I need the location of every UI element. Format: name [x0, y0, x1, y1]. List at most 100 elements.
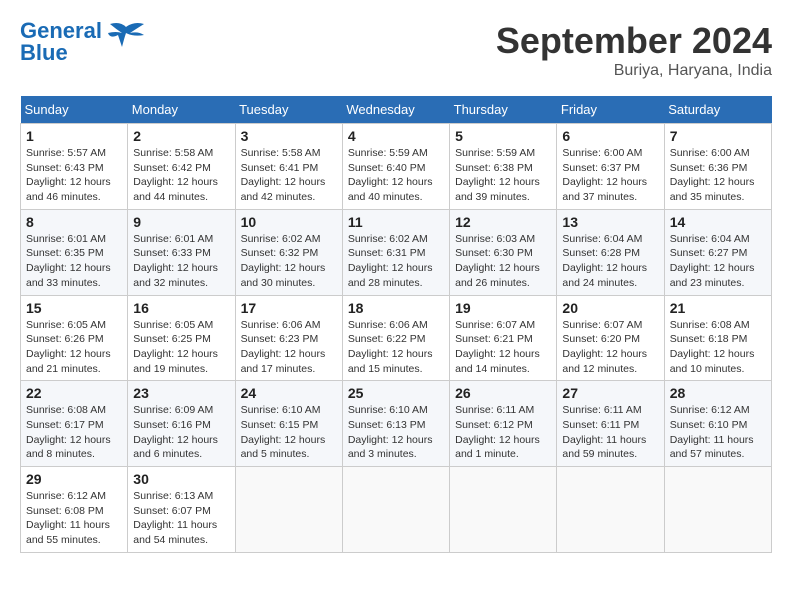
- empty-cell: [235, 467, 342, 553]
- day-cell-2: 2 Sunrise: 5:58 AMSunset: 6:42 PMDayligh…: [128, 124, 235, 210]
- day-cell-30: 30 Sunrise: 6:13 AMSunset: 6:07 PMDaylig…: [128, 467, 235, 553]
- day-number: 30: [133, 471, 229, 487]
- day-number: 17: [241, 300, 337, 316]
- day-cell-21: 21 Sunrise: 6:08 AMSunset: 6:18 PMDaylig…: [664, 295, 771, 381]
- day-info: Sunrise: 6:08 AMSunset: 6:18 PMDaylight:…: [670, 318, 766, 377]
- day-info: Sunrise: 6:03 AMSunset: 6:30 PMDaylight:…: [455, 232, 551, 291]
- col-wednesday: Wednesday: [342, 96, 449, 124]
- col-saturday: Saturday: [664, 96, 771, 124]
- day-number: 15: [26, 300, 122, 316]
- day-number: 27: [562, 385, 658, 401]
- day-info: Sunrise: 5:58 AMSunset: 6:41 PMDaylight:…: [241, 146, 337, 205]
- empty-cell: [664, 467, 771, 553]
- day-cell-9: 9 Sunrise: 6:01 AMSunset: 6:33 PMDayligh…: [128, 209, 235, 295]
- day-info: Sunrise: 6:12 AMSunset: 6:10 PMDaylight:…: [670, 403, 766, 462]
- calendar-table: Sunday Monday Tuesday Wednesday Thursday…: [20, 96, 772, 553]
- day-info: Sunrise: 6:06 AMSunset: 6:23 PMDaylight:…: [241, 318, 337, 377]
- day-number: 13: [562, 214, 658, 230]
- day-number: 12: [455, 214, 551, 230]
- day-info: Sunrise: 6:00 AMSunset: 6:36 PMDaylight:…: [670, 146, 766, 205]
- day-cell-23: 23 Sunrise: 6:09 AMSunset: 6:16 PMDaylig…: [128, 381, 235, 467]
- day-number: 5: [455, 128, 551, 144]
- day-info: Sunrise: 6:04 AMSunset: 6:28 PMDaylight:…: [562, 232, 658, 291]
- day-info: Sunrise: 6:05 AMSunset: 6:26 PMDaylight:…: [26, 318, 122, 377]
- day-number: 1: [26, 128, 122, 144]
- day-info: Sunrise: 5:58 AMSunset: 6:42 PMDaylight:…: [133, 146, 229, 205]
- day-info: Sunrise: 5:57 AMSunset: 6:43 PMDaylight:…: [26, 146, 122, 205]
- logo: General Blue: [20, 20, 146, 64]
- page-header: General Blue September 2024 Buriya, Hary…: [20, 20, 772, 80]
- day-info: Sunrise: 6:09 AMSunset: 6:16 PMDaylight:…: [133, 403, 229, 462]
- header-row: Sunday Monday Tuesday Wednesday Thursday…: [21, 96, 772, 124]
- day-cell-24: 24 Sunrise: 6:10 AMSunset: 6:15 PMDaylig…: [235, 381, 342, 467]
- day-info: Sunrise: 6:11 AMSunset: 6:11 PMDaylight:…: [562, 403, 658, 462]
- day-number: 28: [670, 385, 766, 401]
- day-number: 16: [133, 300, 229, 316]
- day-number: 11: [348, 214, 444, 230]
- empty-cell: [342, 467, 449, 553]
- day-number: 2: [133, 128, 229, 144]
- day-number: 6: [562, 128, 658, 144]
- logo-blue: Blue: [20, 40, 68, 65]
- day-info: Sunrise: 5:59 AMSunset: 6:38 PMDaylight:…: [455, 146, 551, 205]
- week-row-5: 29 Sunrise: 6:12 AMSunset: 6:08 PMDaylig…: [21, 467, 772, 553]
- day-cell-20: 20 Sunrise: 6:07 AMSunset: 6:20 PMDaylig…: [557, 295, 664, 381]
- day-cell-26: 26 Sunrise: 6:11 AMSunset: 6:12 PMDaylig…: [450, 381, 557, 467]
- day-cell-27: 27 Sunrise: 6:11 AMSunset: 6:11 PMDaylig…: [557, 381, 664, 467]
- day-info: Sunrise: 6:00 AMSunset: 6:37 PMDaylight:…: [562, 146, 658, 205]
- day-number: 7: [670, 128, 766, 144]
- day-number: 18: [348, 300, 444, 316]
- col-thursday: Thursday: [450, 96, 557, 124]
- day-info: Sunrise: 6:07 AMSunset: 6:21 PMDaylight:…: [455, 318, 551, 377]
- day-cell-19: 19 Sunrise: 6:07 AMSunset: 6:21 PMDaylig…: [450, 295, 557, 381]
- day-cell-28: 28 Sunrise: 6:12 AMSunset: 6:10 PMDaylig…: [664, 381, 771, 467]
- day-cell-10: 10 Sunrise: 6:02 AMSunset: 6:32 PMDaylig…: [235, 209, 342, 295]
- day-number: 10: [241, 214, 337, 230]
- day-number: 14: [670, 214, 766, 230]
- day-number: 25: [348, 385, 444, 401]
- day-cell-22: 22 Sunrise: 6:08 AMSunset: 6:17 PMDaylig…: [21, 381, 128, 467]
- day-info: Sunrise: 6:01 AMSunset: 6:35 PMDaylight:…: [26, 232, 122, 291]
- day-info: Sunrise: 6:11 AMSunset: 6:12 PMDaylight:…: [455, 403, 551, 462]
- day-info: Sunrise: 6:10 AMSunset: 6:15 PMDaylight:…: [241, 403, 337, 462]
- day-number: 24: [241, 385, 337, 401]
- day-cell-14: 14 Sunrise: 6:04 AMSunset: 6:27 PMDaylig…: [664, 209, 771, 295]
- day-info: Sunrise: 6:01 AMSunset: 6:33 PMDaylight:…: [133, 232, 229, 291]
- day-number: 26: [455, 385, 551, 401]
- col-monday: Monday: [128, 96, 235, 124]
- day-cell-3: 3 Sunrise: 5:58 AMSunset: 6:41 PMDayligh…: [235, 124, 342, 210]
- day-number: 21: [670, 300, 766, 316]
- day-cell-15: 15 Sunrise: 6:05 AMSunset: 6:26 PMDaylig…: [21, 295, 128, 381]
- month-title: September 2024: [496, 20, 772, 62]
- day-number: 8: [26, 214, 122, 230]
- day-cell-6: 6 Sunrise: 6:00 AMSunset: 6:37 PMDayligh…: [557, 124, 664, 210]
- day-number: 19: [455, 300, 551, 316]
- day-cell-18: 18 Sunrise: 6:06 AMSunset: 6:22 PMDaylig…: [342, 295, 449, 381]
- week-row-2: 8 Sunrise: 6:01 AMSunset: 6:35 PMDayligh…: [21, 209, 772, 295]
- day-cell-8: 8 Sunrise: 6:01 AMSunset: 6:35 PMDayligh…: [21, 209, 128, 295]
- day-number: 9: [133, 214, 229, 230]
- col-tuesday: Tuesday: [235, 96, 342, 124]
- day-cell-17: 17 Sunrise: 6:06 AMSunset: 6:23 PMDaylig…: [235, 295, 342, 381]
- logo-bird-icon: [106, 19, 146, 55]
- day-info: Sunrise: 6:06 AMSunset: 6:22 PMDaylight:…: [348, 318, 444, 377]
- empty-cell: [557, 467, 664, 553]
- week-row-3: 15 Sunrise: 6:05 AMSunset: 6:26 PMDaylig…: [21, 295, 772, 381]
- day-cell-4: 4 Sunrise: 5:59 AMSunset: 6:40 PMDayligh…: [342, 124, 449, 210]
- day-info: Sunrise: 6:04 AMSunset: 6:27 PMDaylight:…: [670, 232, 766, 291]
- day-cell-12: 12 Sunrise: 6:03 AMSunset: 6:30 PMDaylig…: [450, 209, 557, 295]
- day-number: 4: [348, 128, 444, 144]
- week-row-4: 22 Sunrise: 6:08 AMSunset: 6:17 PMDaylig…: [21, 381, 772, 467]
- day-number: 3: [241, 128, 337, 144]
- day-number: 23: [133, 385, 229, 401]
- day-cell-13: 13 Sunrise: 6:04 AMSunset: 6:28 PMDaylig…: [557, 209, 664, 295]
- day-info: Sunrise: 6:05 AMSunset: 6:25 PMDaylight:…: [133, 318, 229, 377]
- day-number: 22: [26, 385, 122, 401]
- empty-cell: [450, 467, 557, 553]
- day-info: Sunrise: 6:02 AMSunset: 6:32 PMDaylight:…: [241, 232, 337, 291]
- col-friday: Friday: [557, 96, 664, 124]
- location: Buriya, Haryana, India: [496, 62, 772, 80]
- day-cell-5: 5 Sunrise: 5:59 AMSunset: 6:38 PMDayligh…: [450, 124, 557, 210]
- day-info: Sunrise: 5:59 AMSunset: 6:40 PMDaylight:…: [348, 146, 444, 205]
- col-sunday: Sunday: [21, 96, 128, 124]
